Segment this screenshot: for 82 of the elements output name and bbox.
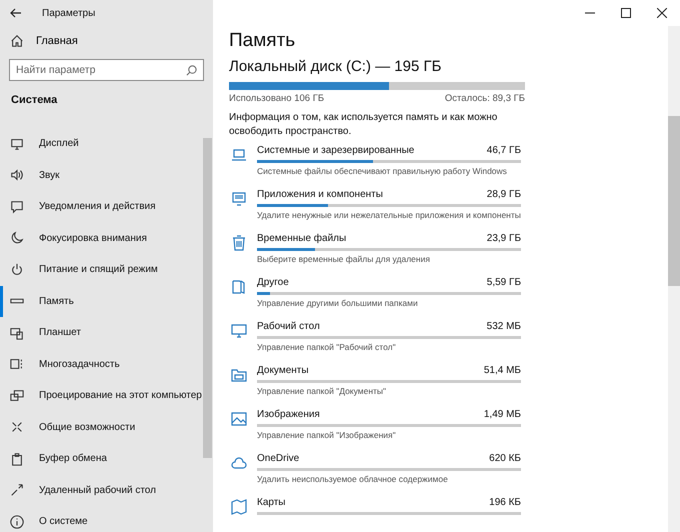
window-title: Параметры xyxy=(42,8,96,18)
category-name: Другое xyxy=(257,277,289,288)
sidebar-item[interactable]: Фокусировка внимания xyxy=(0,222,203,254)
category-description: Управление папкой "Изображения" xyxy=(257,430,397,440)
cloud-icon xyxy=(231,455,247,471)
document-icon xyxy=(231,279,247,295)
category-size: 1,49 МБ xyxy=(484,409,521,420)
accessibility-icon xyxy=(10,420,24,434)
category-description: Удалить неиспользуемое облачное содержимое xyxy=(257,474,449,484)
storage-category[interactable]: Карты 196 КБ xyxy=(229,497,668,532)
category-description: Системные файлы обеспечивают правильную работу Windows xyxy=(257,166,508,176)
category-description: Управление другими большими папками xyxy=(257,298,419,308)
storage-category[interactable]: Изображения 1,49 МБ Управление папкой "Изображения" xyxy=(229,409,668,453)
sidebar-item[interactable]: Удаленный рабочий стол xyxy=(0,474,203,506)
home-icon xyxy=(10,34,24,48)
speech-bubble-icon xyxy=(10,200,24,214)
page-title: Память xyxy=(229,30,296,52)
sidebar-item[interactable]: Звук xyxy=(0,160,203,191)
category-name: Приложения и компоненты xyxy=(257,189,383,200)
sidebar-item[interactable]: Питание и спящий режим xyxy=(0,254,203,286)
category-size: 51,4 МБ xyxy=(484,365,521,376)
back-arrow-icon xyxy=(10,7,22,19)
trash-can-icon xyxy=(231,235,247,251)
map-icon xyxy=(231,499,247,515)
moon-icon xyxy=(10,231,24,246)
category-size: 28,9 ГБ xyxy=(486,189,521,200)
category-description: Удалите ненужные или нежелательные приложения и компоненты xyxy=(257,210,521,220)
sidebar-item[interactable]: Общие возможности xyxy=(0,412,203,443)
sidebar-item[interactable]: О системе xyxy=(0,506,203,532)
category-description: Управление папкой "Рабочий стол" xyxy=(257,342,397,352)
scrollbar[interactable] xyxy=(668,26,680,532)
used-space-label: Использовано 106 ГБ xyxy=(229,93,324,104)
category-name: Рабочий стол xyxy=(257,321,320,332)
category-name: Документы xyxy=(257,365,309,376)
clipboard-icon xyxy=(10,452,24,466)
remote-desktop-icon xyxy=(10,483,24,498)
monitor-icon xyxy=(231,323,247,339)
laptop-icon xyxy=(231,147,247,163)
sidebar-item[interactable]: Многозадачность xyxy=(0,348,203,380)
category-description: Выберите временные файлы для удаления xyxy=(257,254,431,264)
category-name: Изображения xyxy=(257,409,320,420)
category-name: Системные и зарезервированные xyxy=(257,145,414,156)
search-icon xyxy=(186,65,197,76)
sidebar-item[interactable]: Планшет xyxy=(0,317,203,348)
monitor-icon xyxy=(10,136,24,151)
projector-screen-icon xyxy=(10,388,24,403)
section-heading: Система xyxy=(11,94,58,106)
category-description: Управление папкой "Документы" xyxy=(257,386,388,396)
storage-category[interactable]: Временные файлы 23,9 ГБ Выберите временные файлы для удаления xyxy=(229,233,668,277)
storage-category[interactable]: Приложения и компоненты 28,9 ГБ Удалите ненужные или нежелательные приложения и компоненты xyxy=(229,189,668,233)
monitor-icon xyxy=(231,191,247,207)
sidebar-item[interactable]: Дисплей xyxy=(0,128,203,160)
storage-category[interactable]: Рабочий стол 532 МБ Управление папкой "Рабочий стол" xyxy=(229,321,668,365)
info-text: Информация о том, как используется память и как можно освободить пространство. xyxy=(229,111,498,139)
category-size: 532 МБ xyxy=(486,321,521,332)
storage-category[interactable]: Документы 51,4 МБ Управление папкой "Документы" xyxy=(229,365,668,409)
storage-category[interactable]: OneDrive 620 КБ Удалить неиспользуемое облачное содержимое xyxy=(229,453,668,497)
disk-title: Локальный диск (C:) — 195 ГБ xyxy=(229,58,442,75)
category-size: 5,59 ГБ xyxy=(486,277,521,288)
speaker-icon xyxy=(10,168,24,182)
storage-category[interactable]: Другое 5,59 ГБ Управление другими большими папками xyxy=(229,277,668,321)
close-icon xyxy=(657,8,667,18)
category-size: 23,9 ГБ xyxy=(486,233,521,244)
home-nav-item[interactable]: Главная xyxy=(0,30,88,52)
category-name: Карты xyxy=(257,497,286,508)
folder-icon xyxy=(231,367,247,383)
category-name: Временные файлы xyxy=(257,233,346,244)
category-size: 46,7 ГБ xyxy=(486,145,521,156)
search-field[interactable]: Найти параметр xyxy=(9,59,204,81)
tablet-icon xyxy=(10,326,24,340)
category-size: 620 КБ xyxy=(489,453,521,464)
image-icon xyxy=(231,411,247,427)
sidebar-item[interactable]: Буфер обмена xyxy=(0,443,203,474)
maximize-icon xyxy=(621,8,631,18)
category-size: 196 КБ xyxy=(489,497,521,508)
sidebar-item[interactable]: Уведомления и действия xyxy=(0,191,203,222)
storage-category[interactable]: Системные и зарезервированные 46,7 ГБ Системные файлы обеспечивают правильную работу Windows xyxy=(229,145,668,189)
free-space-label: Осталось: 89,3 ГБ xyxy=(444,93,525,104)
category-name: OneDrive xyxy=(257,453,300,464)
sidebar-item[interactable]: Проецирование на этот компьютер xyxy=(0,380,203,412)
power-icon xyxy=(10,262,24,277)
multitasking-icon xyxy=(10,357,24,372)
